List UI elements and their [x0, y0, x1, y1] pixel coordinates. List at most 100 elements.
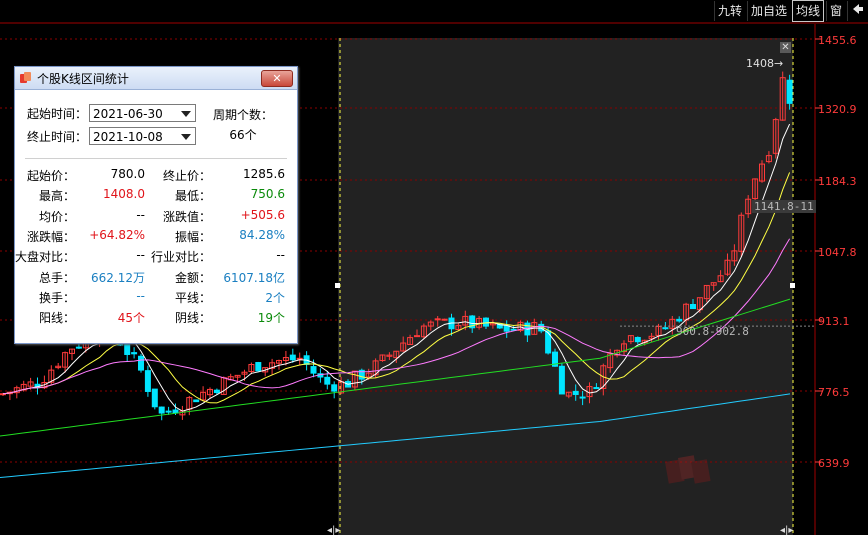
stat-label: 最低：	[174, 189, 211, 204]
stat-label: 阳线：	[38, 311, 75, 326]
toolbar: 九转 加自选 均线 窗	[712, 0, 868, 22]
chevron-down-icon	[181, 134, 191, 140]
stat-label: 金额：	[174, 270, 211, 285]
candle-body	[158, 406, 165, 414]
range-arrow-right: ◂|▸	[780, 525, 793, 535]
stat-value: 662.12万	[91, 270, 145, 285]
close-selection-icon[interactable]: ✕	[780, 42, 791, 53]
stat-label: 最高：	[38, 189, 75, 204]
resistance-level-label: 1141.8-11	[752, 200, 816, 213]
stat-value: 780.0	[110, 167, 145, 181]
stat-value: 750.6	[250, 187, 285, 202]
pin-icon[interactable]	[847, 1, 868, 21]
y-axis-label: 639.9	[818, 457, 850, 470]
app-logo-icon	[20, 72, 31, 83]
candle-body	[558, 365, 565, 395]
period-count-label: 周期个数：	[212, 108, 273, 122]
candle-body	[193, 399, 200, 403]
range-arrow-left: ◂|▸	[327, 525, 340, 535]
stat-label: 行业对比：	[151, 250, 212, 265]
candle-body	[296, 357, 303, 360]
stat-value: --	[276, 248, 285, 263]
stat-value: 6107.18亿	[223, 270, 285, 285]
stat-value: +505.6	[240, 207, 285, 222]
candle-body	[289, 354, 296, 361]
candle-body	[483, 317, 489, 327]
stat-value: 1408.0	[103, 187, 145, 202]
stat-label: 涨跌幅：	[26, 229, 75, 244]
candle-body	[676, 318, 683, 322]
period-count-value: 66个	[229, 128, 257, 142]
stat-value: --	[136, 207, 145, 222]
high-price-marker: 1408→	[746, 57, 784, 70]
candle-body	[165, 410, 172, 413]
candle-body	[579, 396, 586, 399]
candle-body	[310, 366, 317, 374]
y-axis-label: 1455.6	[818, 34, 857, 47]
y-axis-label: 1047.8	[818, 246, 857, 259]
stat-label: 均价：	[38, 209, 75, 224]
candle-body	[662, 327, 669, 330]
stat-label: 起始价：	[26, 169, 75, 183]
candle-body	[331, 384, 338, 392]
candle-body	[503, 325, 510, 332]
candle-body	[144, 370, 151, 392]
end-date-select[interactable]: 2021-10-08	[89, 127, 196, 145]
candle-body	[572, 390, 579, 395]
stat-label: 振幅：	[174, 229, 211, 244]
candle-body	[441, 318, 448, 321]
candle-body	[255, 362, 262, 372]
end-date-value: 2021-10-08	[93, 130, 163, 144]
end-time-label: 终止时间：	[27, 130, 88, 144]
candle-body	[213, 389, 220, 394]
stat-value: 84.28%	[239, 227, 285, 242]
stat-label: 涨跌值：	[162, 209, 211, 224]
candle-body	[124, 343, 131, 355]
range-handle-right[interactable]	[790, 283, 795, 288]
stat-label: 终止价：	[162, 169, 211, 183]
candle-body	[786, 79, 793, 104]
stat-label: 总手：	[38, 270, 75, 285]
divider	[25, 158, 287, 159]
candle-body	[151, 388, 158, 408]
stat-value: --	[136, 288, 145, 303]
candle-body	[593, 387, 600, 390]
stat-label: 平线：	[174, 290, 211, 305]
candle-body	[414, 335, 420, 338]
candle-body	[634, 336, 641, 343]
start-time-label: 起始时间：	[27, 107, 88, 121]
stat-value: +64.82%	[89, 227, 145, 242]
moving-average-button[interactable]: 均线	[791, 0, 824, 22]
y-axis-label: 1320.9	[818, 103, 857, 116]
stat-value: 45个	[117, 311, 145, 326]
candle-body	[545, 330, 552, 354]
y-axis-label: 776.5	[818, 386, 850, 399]
dialog-close-button[interactable]: ✕	[261, 70, 293, 87]
candle-body	[138, 355, 144, 371]
candle-body	[434, 318, 441, 321]
nine-turn-button[interactable]: 九转	[713, 1, 745, 21]
dialog-title: 个股K线区间统计	[37, 71, 129, 86]
stat-label: 大盘对比：	[15, 250, 76, 265]
candle-body	[690, 304, 696, 310]
window-button[interactable]: 窗	[825, 1, 845, 21]
y-axis-label: 913.1	[818, 315, 850, 328]
candle-body	[131, 352, 138, 355]
range-handle-left[interactable]	[335, 283, 340, 288]
add-watchlist-button[interactable]: 加自选	[746, 1, 790, 21]
stat-value: 19个	[257, 311, 285, 326]
start-date-value: 2021-06-30	[93, 107, 163, 121]
stat-label: 阴线：	[174, 311, 211, 326]
period-count-box: 周期个数： 66个	[205, 102, 281, 146]
candle-body	[324, 376, 331, 385]
chevron-down-icon	[181, 111, 191, 117]
range-statistics-dialog: 个股K线区间统计 ✕ 起始时间： 2021-06-30 终止时间： 2021-1…	[14, 66, 298, 344]
stat-value: --	[136, 248, 145, 263]
stat-value: 2个	[265, 290, 285, 305]
y-axis-label: 1184.3	[818, 175, 857, 188]
start-date-select[interactable]: 2021-06-30	[89, 104, 196, 122]
dialog-titlebar[interactable]: 个股K线区间统计	[15, 67, 297, 90]
candle-body	[75, 346, 82, 349]
selected-range-area	[338, 38, 793, 535]
support-level-label: 900.8-902.8	[676, 325, 749, 338]
